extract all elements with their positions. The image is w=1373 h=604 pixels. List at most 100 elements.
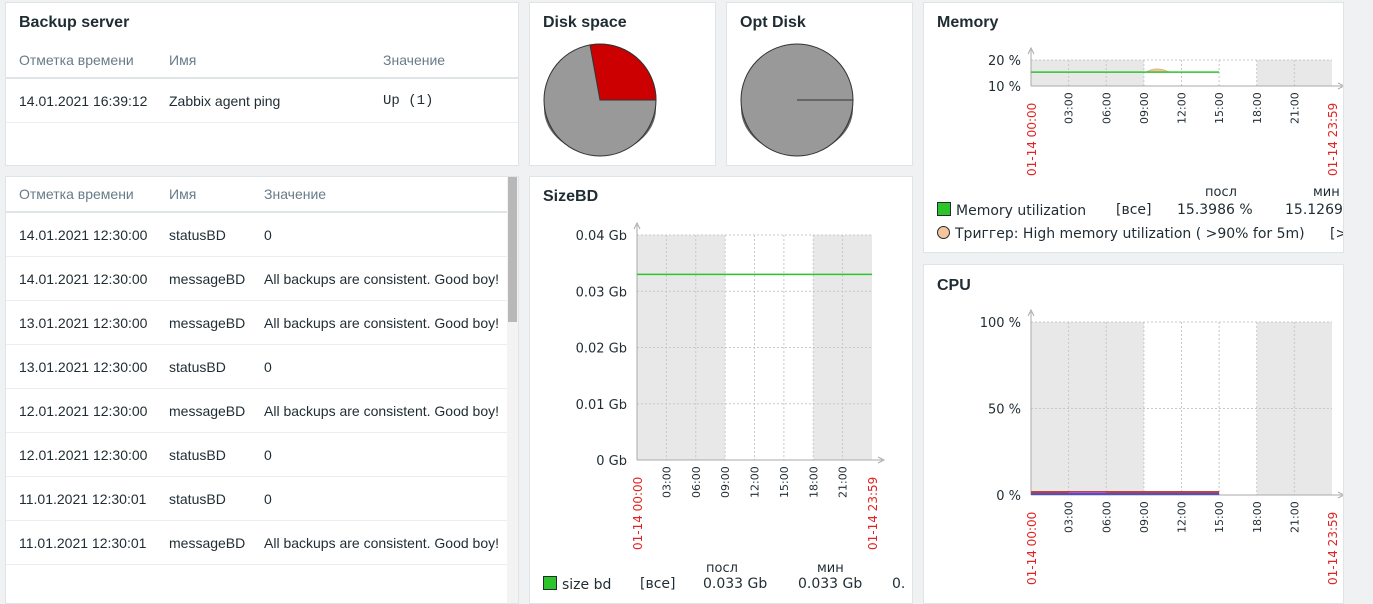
x-tick-label: 12:00 — [1176, 501, 1189, 533]
row-name: Zabbix agent ping — [156, 78, 370, 123]
cpu-series-band — [1068, 492, 1107, 493]
row-time: 13.01.2021 12:30:00 — [6, 300, 156, 345]
opt-disk-pie — [740, 43, 854, 157]
col-time[interactable]: Отметка времени — [6, 177, 156, 213]
memory-widget: Memory 20 % 10 % 03:00 06:00 09:00 12:00 15:00… — [923, 2, 1344, 253]
legend-last: 15.3986 % — [1177, 202, 1253, 218]
x-tick-label: 15:00 — [778, 466, 791, 498]
trigger-icon — [937, 226, 950, 239]
col-value[interactable]: Значение — [370, 43, 518, 79]
col-name[interactable]: Имя — [156, 43, 370, 79]
row-time: 13.01.2021 12:30:00 — [6, 344, 156, 389]
x-tick-label: 06:00 — [690, 466, 703, 498]
row-time: 14.01.2021 12:30:00 — [6, 256, 156, 301]
sizebd-widget: SizeBD 0.04 Gb 0.03 Gb 0.02 Gb 0.01 Gb 0 Gb 0… — [529, 176, 913, 604]
cpu-series-band — [1031, 493, 1220, 495]
row-value: All backups are consistent. Good boy! — [251, 388, 507, 433]
y-tick-label: 100 % — [980, 316, 1021, 331]
table-row: 11.01.2021 12:30:01 statusBD 0 — [6, 476, 507, 521]
x-start-label: 01-14 00:00 — [1025, 512, 1039, 585]
x-tick-label: 06:00 — [1100, 501, 1113, 533]
legend-header-min: мин — [817, 561, 844, 576]
x-tick-label: 03:00 — [1063, 501, 1076, 533]
row-name: statusBD — [156, 476, 251, 521]
row-name: messageBD — [156, 388, 251, 433]
table-row: 11.01.2021 12:30:01 messageBD All backups … — [6, 520, 507, 565]
legend-header-last: посл — [1205, 185, 1237, 200]
legend-swatch — [937, 202, 951, 216]
history-widget: Отметка времени Имя Значение 14.01.2021 … — [5, 176, 519, 604]
widget-title: Backup server — [19, 14, 130, 31]
x-tick-label: 03:00 — [660, 466, 673, 498]
col-name[interactable]: Имя — [156, 177, 251, 213]
x-tick-label: 03:00 — [1063, 92, 1076, 124]
row-name: statusBD — [156, 344, 251, 389]
memory-legend-row: Memory utilization — [937, 202, 1086, 219]
y-tick-label: 0.03 Gb — [576, 285, 627, 300]
table-row: 13.01.2021 12:30:00 messageBD All backups … — [6, 300, 507, 345]
x-tick-label: 12:00 — [1176, 92, 1189, 124]
y-tick-label: 50 % — [988, 403, 1021, 418]
opt-disk-widget: Opt Disk — [726, 2, 913, 166]
y-tick-label: 0.04 Gb — [576, 229, 627, 244]
row-name: statusBD — [156, 212, 251, 257]
legend-func: [все] — [640, 576, 676, 592]
row-name: messageBD — [156, 520, 251, 565]
x-tick-label: 06:00 — [1100, 92, 1113, 124]
legend-min: 0.033 Gb — [798, 576, 863, 592]
x-end-label: 01-14 23:59 — [1326, 512, 1340, 585]
trigger-label: Триггер: High memory utilization ( >90% … — [955, 226, 1305, 242]
scroll-thumb[interactable] — [508, 177, 517, 322]
disk-space-pie — [543, 43, 657, 157]
y-tick-label: 0.02 Gb — [576, 342, 627, 357]
row-value: 0 — [251, 432, 507, 477]
row-name: statusBD — [156, 432, 251, 477]
col-time[interactable]: Отметка времени — [6, 43, 156, 79]
row-time: 12.01.2021 12:30:00 — [6, 432, 156, 477]
col-value[interactable]: Значение — [251, 177, 507, 213]
x-tick-label: 12:00 — [749, 466, 762, 498]
backup-server-table: Отметка времени Имя Значение 14.01.2021 … — [6, 43, 518, 123]
row-value: All backups are consistent. Good boy! — [251, 520, 507, 565]
row-value: All backups are consistent. Good boy! — [251, 300, 507, 345]
table-row: 14.01.2021 12:30:00 messageBD All backups … — [6, 256, 507, 301]
row-value: Up (1) — [370, 78, 518, 123]
row-time: 14.01.2021 16:39:12 — [6, 78, 156, 123]
y-tick-label: 0 % — [996, 489, 1021, 504]
legend-header-last: посл — [706, 561, 738, 576]
x-tick-label: 15:00 — [1213, 92, 1226, 124]
x-tick-label: 21:00 — [1288, 501, 1301, 533]
y-tick-label: 10 % — [988, 80, 1021, 95]
cpu-widget: CPU 100 % 50 % 0 % 03:00 06:00 09:00 12:00 15:0… — [923, 264, 1344, 604]
table-row: 14.01.2021 16:39:12 Zabbix agent ping Up… — [6, 78, 518, 123]
x-start-label: 01-14 00:00 — [1025, 103, 1039, 176]
x-tick-label: 18:00 — [807, 466, 820, 498]
x-tick-label: 09:00 — [719, 466, 732, 498]
legend-min: 15.1269 % — [1285, 202, 1343, 218]
legend-extra: 0. — [892, 576, 906, 592]
legend-func: [все] — [1116, 202, 1152, 218]
y-tick-label: 20 % — [988, 54, 1021, 69]
row-name: messageBD — [156, 300, 251, 345]
memory-chart: 20 % 10 % 03:00 06:00 09:00 12:00 15:00 18:00 21… — [988, 46, 1343, 176]
x-tick-label: 09:00 — [1138, 501, 1151, 533]
row-value: All backups are consistent. Good boy! — [251, 256, 507, 301]
row-time: 11.01.2021 12:30:01 — [6, 476, 156, 521]
row-time: 14.01.2021 12:30:00 — [6, 212, 156, 257]
x-tick-label: 18:00 — [1251, 501, 1264, 533]
memory-trigger-row: Триггер: High memory utilization ( >90% … — [937, 226, 1305, 242]
sizebd-chart: 0.04 Gb 0.03 Gb 0.02 Gb 0.01 Gb 0 Gb 03:00 06:… — [576, 221, 886, 550]
x-start-label: 01-14 00:00 — [631, 477, 645, 550]
disk-space-widget: Disk space — [529, 2, 716, 166]
row-value: 0 — [251, 212, 507, 257]
history-scrollbar[interactable] — [507, 177, 518, 603]
history-table: Отметка времени Имя Значение 14.01.2021 … — [6, 177, 507, 565]
row-time: 11.01.2021 12:30:01 — [6, 520, 156, 565]
legend-last: 0.033 Gb — [703, 576, 768, 592]
row-time: 12.01.2021 12:30:00 — [6, 388, 156, 433]
x-tick-label: 21:00 — [1288, 92, 1301, 124]
x-tick-label: 18:00 — [1251, 92, 1264, 124]
x-tick-label: 09:00 — [1138, 92, 1151, 124]
legend-series: size bd — [562, 577, 612, 593]
row-name: messageBD — [156, 256, 251, 301]
